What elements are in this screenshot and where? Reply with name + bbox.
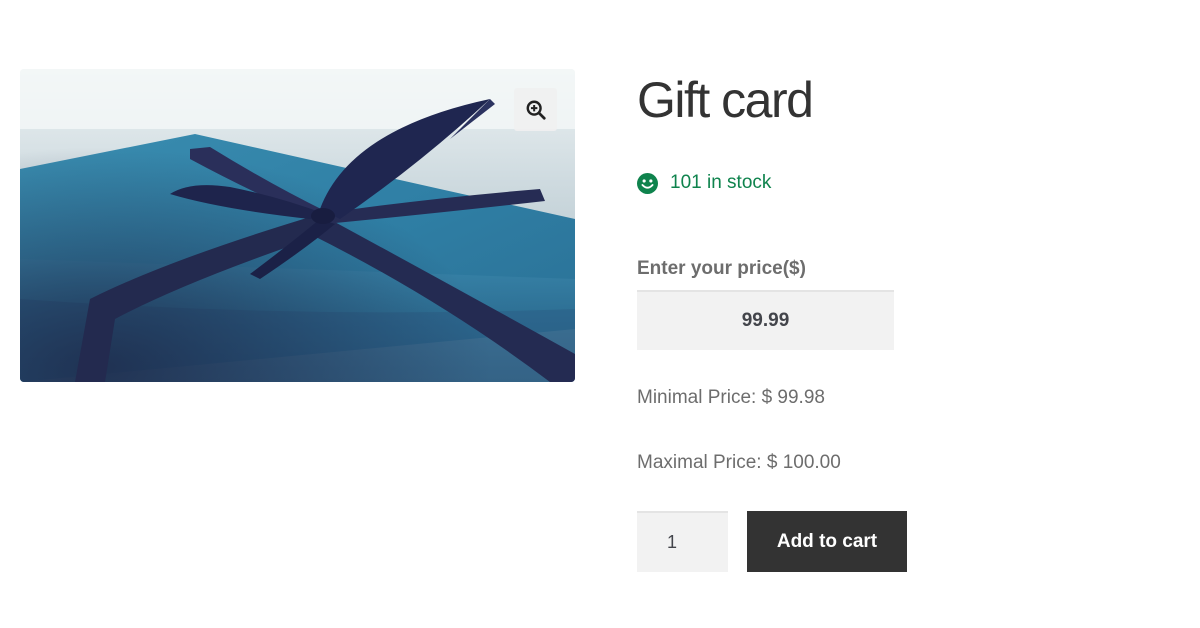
price-label: Enter your price($)	[637, 258, 806, 279]
zoom-button[interactable]	[514, 88, 557, 131]
quantity-input[interactable]	[637, 511, 728, 572]
product-image	[20, 69, 575, 382]
stock-status: 101 in stock	[637, 172, 771, 194]
zoom-in-icon	[526, 100, 546, 120]
price-input[interactable]	[637, 290, 894, 350]
product-image-gallery	[20, 69, 575, 382]
minimal-price-text: Minimal Price: $ 99.98	[637, 387, 825, 408]
add-to-cart-button[interactable]: Add to cart	[747, 511, 907, 572]
maximal-price-text: Maximal Price: $ 100.00	[637, 452, 841, 473]
product-title: Gift card	[637, 72, 814, 128]
smiley-icon	[637, 172, 658, 194]
stock-text: 101 in stock	[670, 172, 772, 193]
